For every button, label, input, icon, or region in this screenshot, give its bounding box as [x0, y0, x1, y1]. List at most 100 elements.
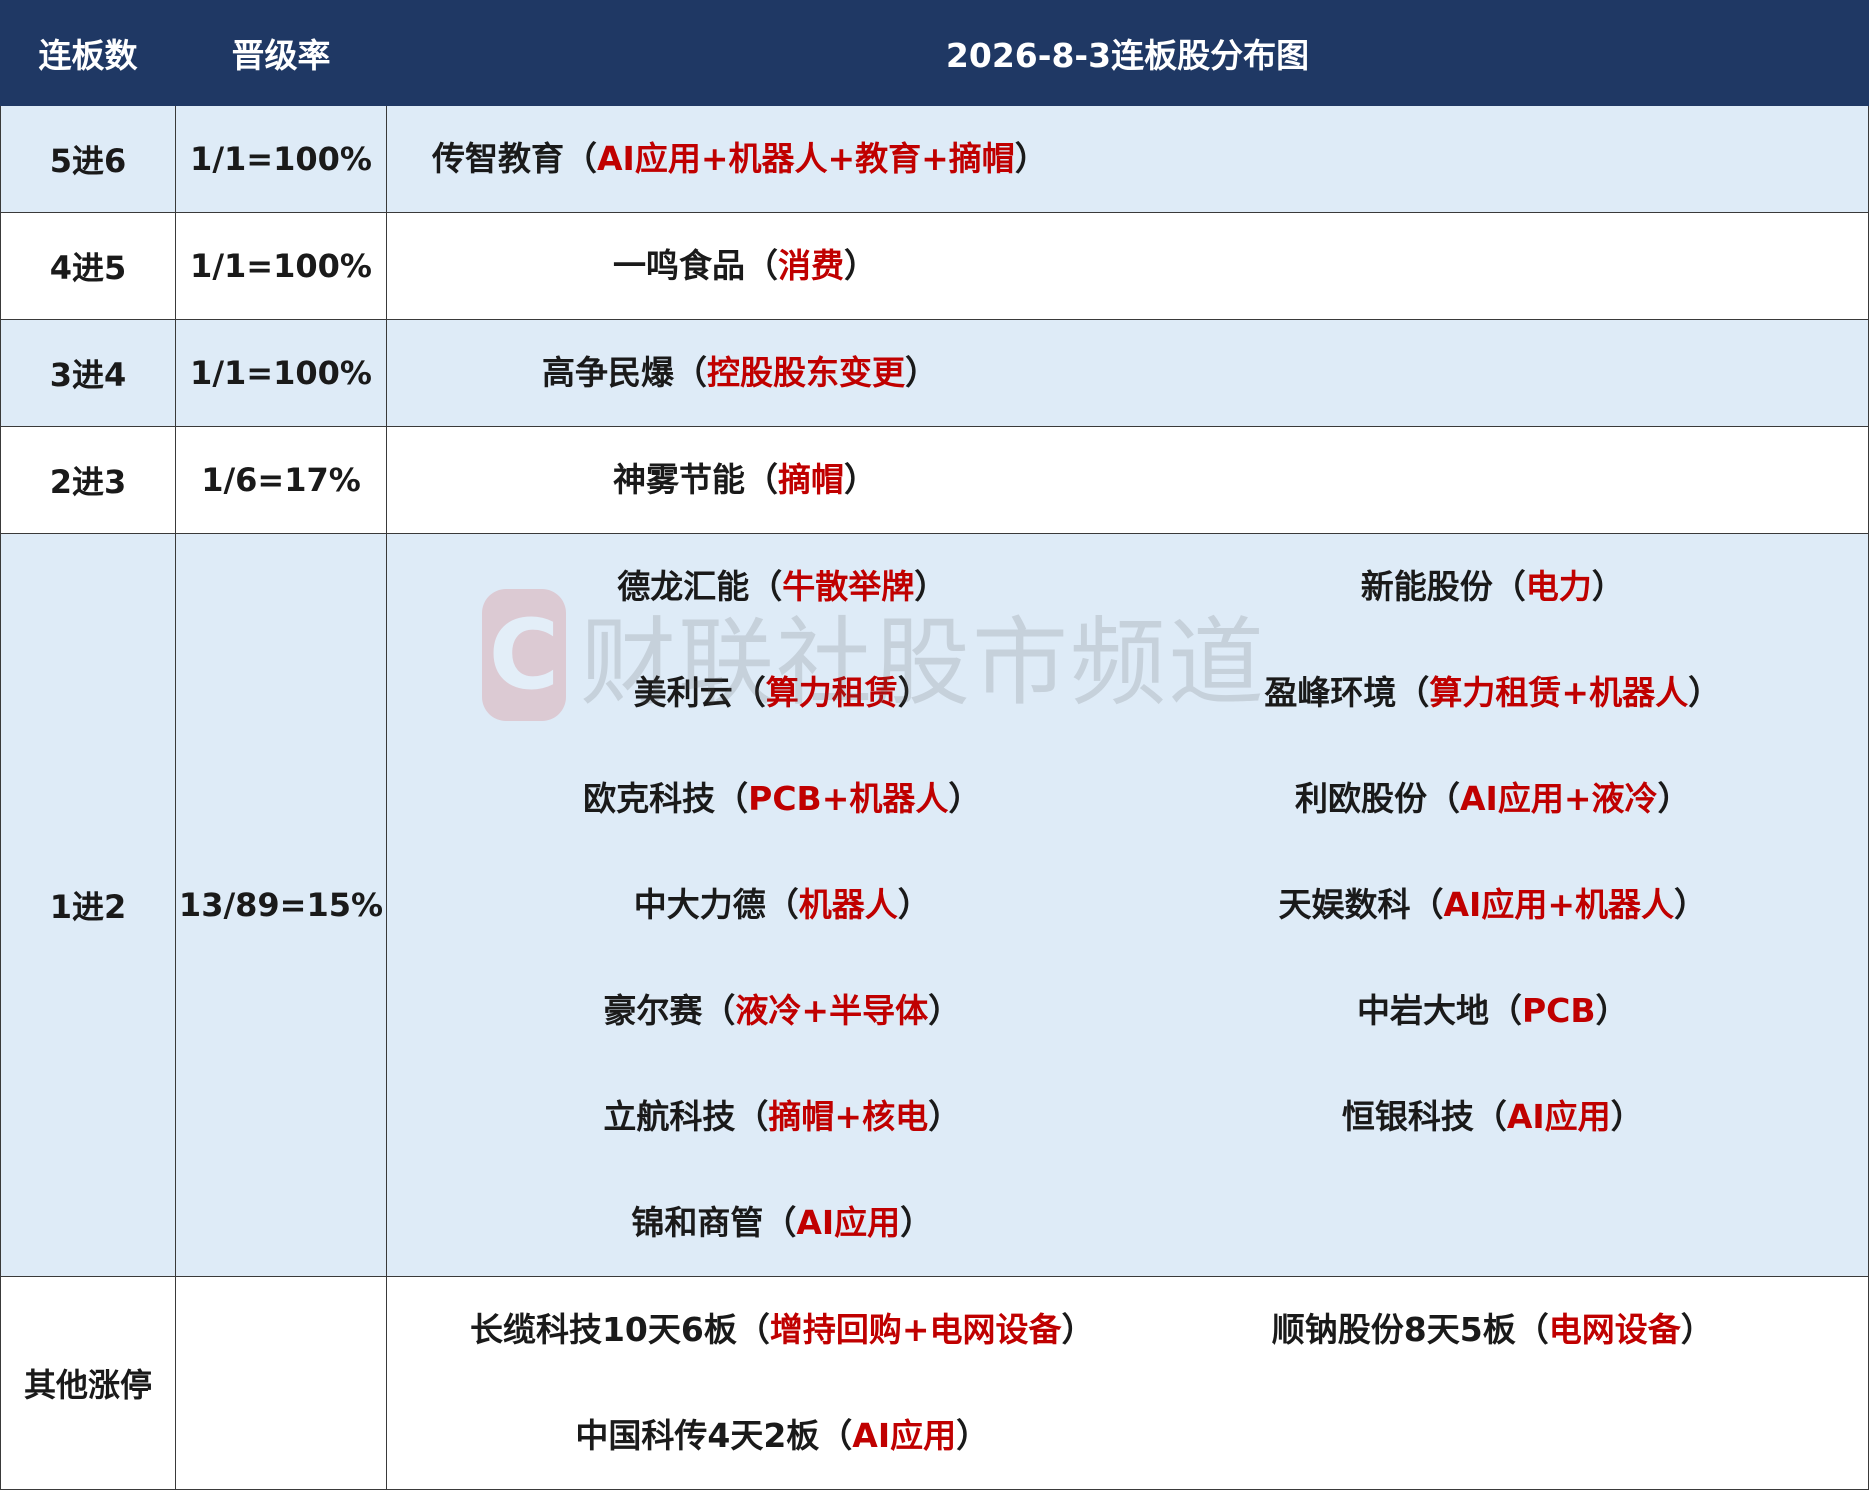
- stock-cell: 神雾节能（摘帽）: [386, 426, 1869, 534]
- stock-name: 锦和商管: [631, 1203, 764, 1242]
- paren-open: （: [702, 991, 736, 1030]
- stock-item: 美利云（算力租赁）: [387, 640, 1128, 746]
- stock-tag: 电网设备: [1548, 1310, 1681, 1349]
- paren-close: ）: [1657, 779, 1691, 818]
- paren-open: （: [736, 1310, 770, 1349]
- stock-item: 长缆科技10天6板（增持回购+电网设备）: [387, 1277, 1128, 1383]
- stock-name: 利欧股份: [1295, 779, 1428, 818]
- paren-close: ）: [914, 567, 948, 606]
- stock-cell: 德龙汇能（牛散举牌） 新能股份（电力） 美利云（算力租赁） 盈峰环境（算力租赁+…: [386, 533, 1869, 1277]
- promotion-rate: 13/89=15%: [175, 533, 387, 1277]
- stock-tag: AI应用: [852, 1416, 957, 1455]
- table-row: 5进6 1/1=100% 传智教育（AI应用+机器人+教育+摘帽）: [0, 105, 1869, 213]
- stock-item: 神雾节能（摘帽）: [613, 427, 877, 533]
- stock-name: 立航科技: [603, 1097, 736, 1136]
- table-row: 4进5 1/1=100% 一鸣食品（消费）: [0, 212, 1869, 320]
- promotion-rate: 1/1=100%: [175, 319, 387, 427]
- paren-close: ）: [905, 353, 938, 392]
- stock-tag: 电力: [1525, 567, 1592, 606]
- paren-open: （: [763, 1203, 797, 1242]
- paren-open: （: [745, 246, 778, 285]
- paren-open: （: [749, 567, 783, 606]
- stock-name: 天娱数科: [1278, 885, 1411, 924]
- stock-item: 德龙汇能（牛散举牌）: [387, 534, 1128, 640]
- stock-item: 传智教育（AI应用+机器人+教育+摘帽）: [432, 106, 1048, 212]
- stock-name: 德龙汇能: [617, 567, 750, 606]
- stock-name: 欧克科技: [583, 779, 716, 818]
- stock-item: 立航科技（摘帽+核电）: [387, 1064, 1128, 1170]
- paren-open: （: [819, 1416, 853, 1455]
- stock-tag: AI应用+液冷: [1460, 779, 1658, 818]
- stock-cell: 传智教育（AI应用+机器人+教育+摘帽）: [386, 105, 1869, 213]
- stock-grid: 德龙汇能（牛散举牌） 新能股份（电力） 美利云（算力租赁） 盈峰环境（算力租赁+…: [387, 534, 1868, 1276]
- streak-label: 2进3: [0, 426, 176, 534]
- stock-tag: PCB: [1521, 991, 1596, 1030]
- paren-close: ）: [1014, 139, 1048, 178]
- paren-close: ）: [1688, 673, 1722, 712]
- paren-open: （: [1427, 779, 1461, 818]
- paren-open: （: [735, 1097, 769, 1136]
- promotion-rate: 1/1=100%: [175, 212, 387, 320]
- stock-name: 中国科传4天2板: [575, 1416, 820, 1455]
- stock-name: 高争民爆: [542, 353, 674, 392]
- stock-name: 神雾节能: [613, 460, 745, 499]
- paren-open: （: [1488, 991, 1522, 1030]
- stock-cell: 长缆科技10天6板（增持回购+电网设备） 顺钠股份8天5板（电网设备） 中国科传…: [386, 1276, 1869, 1490]
- stock-grid: 长缆科技10天6板（增持回购+电网设备） 顺钠股份8天5板（电网设备） 中国科传…: [387, 1277, 1868, 1489]
- stock-item: 一鸣食品（消费）: [613, 213, 877, 319]
- stock-name: 盈峰环境: [1264, 673, 1397, 712]
- stock-item: 恒银科技（AI应用）: [1128, 1064, 1869, 1170]
- stock-cell: 高争民爆（控股股东变更）: [386, 319, 1869, 427]
- stock-name: 中岩大地: [1356, 991, 1489, 1030]
- stock-name: 美利云: [633, 673, 733, 712]
- stock-name: 长缆科技10天6板: [469, 1310, 737, 1349]
- stock-name: 顺钠股份8天5板: [1271, 1310, 1516, 1349]
- table-row: 3进4 1/1=100% 高争民爆（控股股东变更）: [0, 319, 1869, 427]
- stock-tag: 机器人: [798, 885, 898, 924]
- paren-open: （: [1515, 1310, 1549, 1349]
- stock-cell: 一鸣食品（消费）: [386, 212, 1869, 320]
- header-chart-title: 2026-8-3连板股分布图: [386, 0, 1869, 106]
- stock-tag: 摘帽: [778, 460, 844, 499]
- promotion-rate: 1/1=100%: [175, 105, 387, 213]
- stock-tag: 算力租赁: [765, 673, 898, 712]
- header-streak-count: 连板数: [0, 0, 176, 106]
- stock-item: 新能股份（电力）: [1128, 534, 1869, 640]
- paren-close: ）: [897, 673, 931, 712]
- stock-tag: AI应用+机器人: [1443, 885, 1674, 924]
- paren-open: （: [1492, 567, 1526, 606]
- paren-close: ）: [1061, 1310, 1095, 1349]
- stock-tag: AI应用: [1506, 1097, 1611, 1136]
- paren-close: ）: [1610, 1097, 1644, 1136]
- stock-tag: 液冷+半导体: [735, 991, 929, 1030]
- stock-name: 新能股份: [1360, 567, 1493, 606]
- paren-close: ）: [928, 991, 962, 1030]
- paren-open: （: [564, 139, 597, 178]
- paren-open: （: [745, 460, 778, 499]
- paren-close: ）: [900, 1203, 934, 1242]
- stock-item: 盈峰环境（算力租赁+机器人）: [1128, 640, 1869, 746]
- stock-tag: 算力租赁+机器人: [1429, 673, 1689, 712]
- stock-name: 一鸣食品: [613, 246, 745, 285]
- paren-open: （: [1473, 1097, 1507, 1136]
- stock-tag: 增持回购+电网设备: [769, 1310, 1062, 1349]
- stock-tag: 消费: [778, 246, 844, 285]
- paren-close: ）: [948, 779, 982, 818]
- streak-label: 3进4: [0, 319, 176, 427]
- stock-item: 利欧股份（AI应用+液冷）: [1128, 746, 1869, 852]
- stock-item: 中大力德（机器人）: [387, 852, 1128, 958]
- paren-close: ）: [844, 246, 877, 285]
- stock-item: 锦和商管（AI应用）: [387, 1170, 1128, 1276]
- paren-open: （: [732, 673, 766, 712]
- paren-open: （: [674, 353, 707, 392]
- stock-item: 顺钠股份8天5板（电网设备）: [1128, 1277, 1869, 1383]
- paren-open: （: [715, 779, 749, 818]
- stock-name: 传智教育: [432, 139, 564, 178]
- stock-item: 欧克科技（PCB+机器人）: [387, 746, 1128, 852]
- paren-open: （: [1410, 885, 1444, 924]
- table-row: 其他涨停 长缆科技10天6板（增持回购+电网设备） 顺钠股份8天5板（电网设备）…: [0, 1276, 1869, 1490]
- stock-item: 豪尔赛（液冷+半导体）: [387, 958, 1128, 1064]
- stock-name: 豪尔赛: [603, 991, 703, 1030]
- paren-close: ）: [1680, 1310, 1714, 1349]
- stock-tag: 牛散举牌: [782, 567, 915, 606]
